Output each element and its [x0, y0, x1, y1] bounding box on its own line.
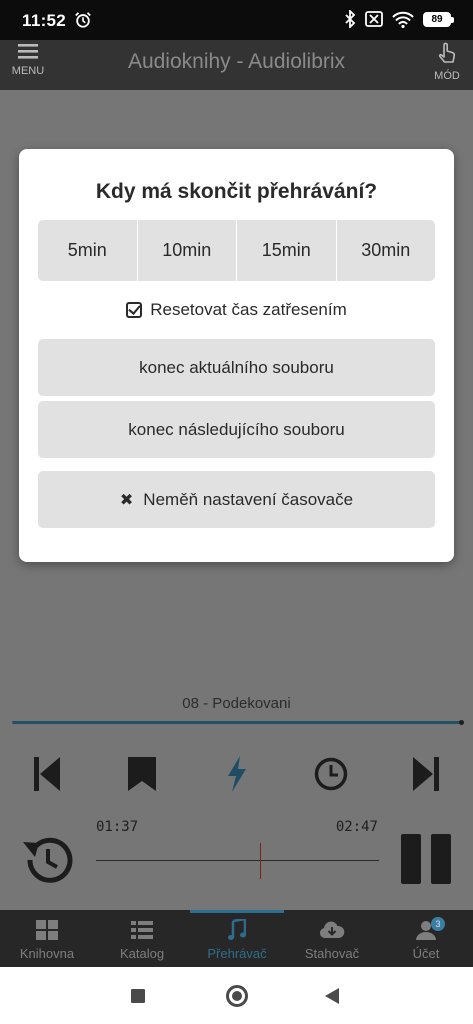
status-bar: 11:52 89 [0, 0, 473, 40]
music-note-icon [228, 919, 246, 940]
duration-options: 5min 10min 15min 30min [38, 220, 435, 281]
keep-timer-label: Neměň nastavení časovače [143, 489, 354, 509]
hand-pointer-icon [438, 42, 456, 63]
clock-icon [314, 757, 348, 791]
nav-label-katalog: Katalog [119, 946, 165, 961]
app-title: Audioknihy - Audiolibrix [127, 50, 346, 73]
end-current-file-button[interactable]: konec aktuálního souboru [38, 339, 435, 396]
nav-item-knihovna[interactable]: Knihovna [0, 918, 94, 961]
keep-timer-button[interactable]: ✖ Neměň nastavení časovače [38, 471, 435, 528]
speed-button[interactable] [217, 753, 257, 795]
checkbox-icon [126, 302, 143, 318]
nav-label-knihovna: Knihovna [19, 946, 75, 961]
nav-item-stahovac[interactable]: Stahovač [285, 918, 379, 961]
next-button[interactable] [406, 753, 446, 795]
previous-button[interactable] [27, 753, 67, 795]
bluetooth-icon [345, 10, 356, 28]
close-icon: ✖ [119, 491, 134, 509]
grid-icon [36, 920, 58, 940]
duration-option-15min[interactable]: 15min [237, 220, 337, 281]
battery-level: 89 [431, 13, 443, 25]
dialog-title: Kdy má skončit přehrávání? [95, 180, 378, 203]
pause-bar-left [401, 834, 421, 884]
sleep-timer-button[interactable] [311, 753, 351, 795]
skip-next-icon [413, 757, 439, 791]
pause-bar-right [431, 834, 451, 884]
track-title: 08 - Podekovani [182, 695, 291, 712]
bottom-navigation: Knihovna Katalog Přehrávač Stahovač 3 Úč… [0, 910, 473, 967]
end-next-file-button[interactable]: konec následujícího souboru [38, 401, 435, 458]
duration-option-10min[interactable]: 10min [138, 220, 237, 281]
app-bar: MENU Audioknihy - Audiolibrix MÓD [0, 40, 473, 90]
elapsed-time: 01:37 [96, 819, 139, 835]
alarm-icon [75, 12, 91, 28]
lightning-icon [228, 756, 246, 792]
total-time: 02:47 [335, 819, 378, 835]
skip-previous-icon [34, 757, 60, 791]
duration-option-30min[interactable]: 30min [337, 220, 436, 281]
wifi-icon [392, 11, 414, 28]
cloud-download-icon [319, 921, 345, 938]
clock: 11:52 [22, 11, 67, 30]
recent-apps-button[interactable] [131, 989, 145, 1003]
system-navigation-bar [0, 967, 473, 1024]
nav-label-prehravac: Přehrávač [207, 946, 267, 961]
reset-on-shake-toggle[interactable]: Resetovat čas zatřesením [19, 300, 454, 320]
battery-icon: 89 [423, 11, 454, 27]
screen: 11:52 89 MENU Audioknihy - Audiolibrix M… [0, 0, 473, 1024]
status-icons: 89 [344, 10, 454, 28]
seek-bar[interactable] [96, 860, 379, 861]
sim-off-icon [365, 11, 383, 27]
home-button[interactable] [226, 985, 248, 1007]
nav-label-stahovac: Stahovač [304, 946, 360, 961]
file-progress-bar [12, 720, 464, 725]
player-controls [0, 753, 473, 803]
account-badge: 3 [431, 917, 445, 931]
pause-button[interactable] [401, 834, 453, 884]
back-button[interactable] [325, 988, 339, 1004]
reset-label: Resetovat čas zatřesením [150, 300, 347, 319]
nav-item-prehravac[interactable]: Přehrávač [190, 918, 284, 961]
mode-button[interactable]: MÓD [430, 42, 464, 82]
active-tab-indicator [190, 910, 284, 913]
nav-item-ucet[interactable]: 3 Účet [379, 917, 473, 961]
bookmark-button[interactable] [122, 753, 162, 795]
bookmark-icon [128, 757, 156, 791]
list-icon [131, 921, 153, 939]
nav-item-katalog[interactable]: Katalog [95, 918, 189, 961]
sleep-timer-dialog: Kdy má skončit přehrávání? 5min 10min 15… [19, 149, 454, 562]
mode-label: MÓD [434, 70, 460, 82]
replay-icon[interactable] [20, 832, 76, 888]
nav-label-ucet: Účet [412, 946, 440, 961]
duration-option-5min[interactable]: 5min [38, 220, 138, 281]
seek-thumb[interactable] [260, 843, 261, 879]
